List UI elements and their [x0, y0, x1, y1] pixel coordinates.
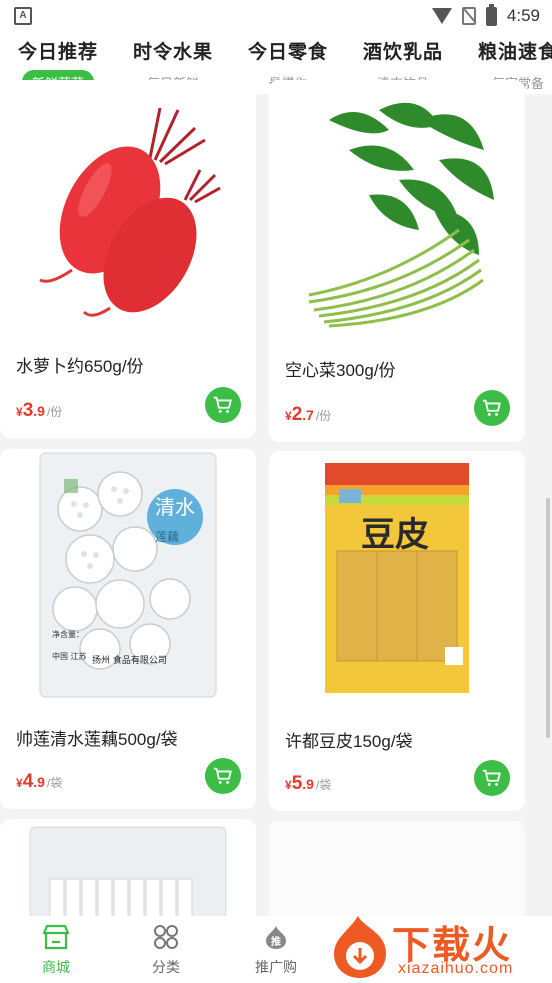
no-sim-icon: [461, 7, 476, 25]
product-image: [0, 819, 256, 919]
scrollbar[interactable]: [546, 498, 550, 738]
product-card[interactable]: 空心菜300g/份 ¥2.7/份: [269, 80, 525, 442]
product-price: ¥4.9/袋: [16, 771, 63, 792]
product-name: 许都豆皮150g/袋: [285, 732, 413, 751]
app-notification-icon: A: [14, 7, 32, 25]
add-to-cart-button[interactable]: [205, 387, 241, 423]
clock: 4:59: [506, 6, 540, 25]
product-price: ¥2.7/份: [285, 404, 332, 425]
watermark-logo-icon: [334, 916, 386, 978]
shop-icon: [42, 924, 70, 950]
product-price: ¥5.9/袋: [285, 773, 332, 794]
cart-icon: [213, 767, 232, 784]
svg-text:扬州 食品有限公司: 扬州 食品有限公司: [92, 654, 167, 666]
add-to-cart-button[interactable]: [205, 758, 241, 794]
svg-text:推: 推: [271, 935, 281, 948]
add-to-cart-button[interactable]: [474, 760, 510, 796]
cart-icon: [213, 396, 232, 413]
svg-text:中国 江苏: 中国 江苏: [52, 651, 87, 661]
product-name: 帅莲清水莲藕500g/袋: [16, 730, 178, 749]
product-image-tofu-skin-pack: 豆皮: [269, 451, 525, 701]
nav-promote[interactable]: 推 推广购: [236, 924, 316, 977]
svg-text:净含量：: 净含量：: [52, 629, 84, 639]
cart-icon: [482, 769, 501, 786]
product-name: 空心菜300g/份: [285, 361, 396, 380]
product-image-water-spinach: [269, 80, 525, 330]
watermark: 下载火 xiazaihuo.com: [328, 912, 552, 983]
svg-text:豆皮: 豆皮: [361, 515, 429, 555]
product-card[interactable]: 豆皮 许都豆皮150g/袋 ¥5.9/袋: [269, 451, 525, 811]
battery-icon: [485, 3, 497, 26]
promote-icon: 推: [266, 926, 286, 949]
product-image-red-radish: [0, 80, 256, 330]
product-image-lotus-root-pack: 清水 莲藕 净含量： 中国 江苏 扬州 食品有限公司: [0, 449, 256, 699]
wifi-icon: [431, 8, 452, 24]
product-card[interactable]: 清水 莲藕 净含量： 中国 江苏 扬州 食品有限公司 帅莲清水莲藕500g/袋 …: [0, 449, 256, 809]
add-to-cart-button[interactable]: [474, 390, 510, 426]
status-bar: A 4:59: [0, 0, 552, 32]
svg-text:清水: 清水: [155, 495, 195, 519]
watermark-url: xiazaihuo.com: [398, 960, 514, 977]
cart-icon: [482, 399, 501, 416]
product-image-placeholder: [269, 821, 525, 921]
category-icon: [154, 925, 178, 949]
product-card[interactable]: 水萝卜约650g/份 ¥3.9/份: [0, 80, 256, 438]
svg-text:莲藕: 莲藕: [155, 530, 179, 544]
nav-shop[interactable]: 商城: [16, 924, 96, 977]
nav-category[interactable]: 分类: [126, 924, 206, 977]
product-name: 水萝卜约650g/份: [16, 357, 144, 376]
product-price: ¥3.9/份: [16, 400, 63, 421]
